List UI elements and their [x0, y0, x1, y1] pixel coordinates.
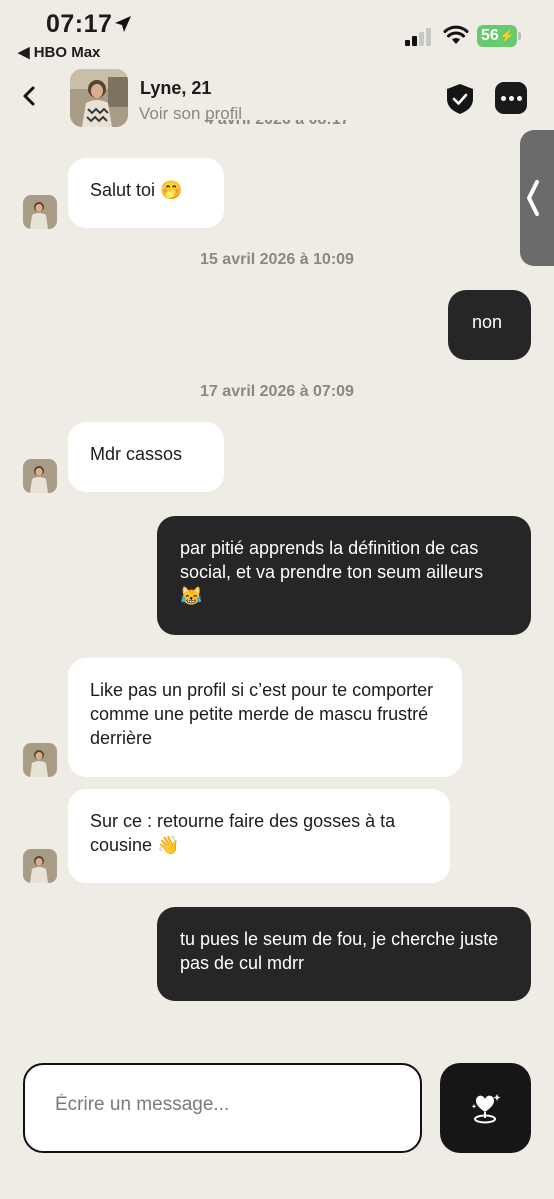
sender-avatar [23, 743, 57, 777]
view-profile-link[interactable]: Voir son profil [139, 104, 242, 124]
sender-avatar [23, 459, 57, 493]
profile-avatar[interactable] [70, 69, 128, 127]
message-sent[interactable]: non [448, 290, 531, 360]
date-separator: 15 avril 2026 à 10:09 [200, 251, 354, 268]
message-input[interactable] [53, 1093, 387, 1117]
battery-cap [518, 32, 521, 40]
message-received[interactable]: Like pas un profil si c’est pour te comp… [68, 658, 462, 777]
wifi-icon [443, 25, 469, 44]
heart-sparkle-icon [471, 1094, 500, 1124]
message-received[interactable]: Mdr cassos [68, 422, 224, 492]
message-sent[interactable]: par pitié apprends la définition de cas … [157, 516, 531, 635]
sender-avatar [23, 849, 57, 883]
date-separator: 17 avril 2026 à 07:09 [200, 383, 354, 400]
message-sent[interactable]: tu pues le seum de fou, je cherche juste… [157, 907, 531, 1001]
date-separator-partial: 4 avril 2026 à 08:17 [0, 120, 554, 134]
profile-name[interactable]: Lyne, 21 [140, 78, 211, 99]
message-received[interactable]: Sur ce : retourne faire des gosses à ta … [68, 789, 450, 883]
more-dots-icon[interactable] [495, 82, 527, 114]
message-composer[interactable] [23, 1063, 422, 1153]
location-arrow-icon [115, 16, 131, 32]
sender-avatar [23, 195, 57, 229]
shield-check-icon[interactable] [445, 83, 475, 115]
side-chevron-icon [527, 180, 539, 216]
status-time: 07:17 [46, 10, 113, 38]
back-chevron-icon[interactable] [18, 84, 42, 108]
signal-icon [405, 28, 431, 46]
heart-sparkle-button[interactable] [440, 1063, 531, 1153]
message-received[interactable]: Salut toi 🤭 [68, 158, 224, 228]
battery-icon: 56 ⚡ [477, 25, 517, 47]
side-drawer-handle[interactable] [520, 130, 554, 266]
back-to-app-link[interactable]: ◀ HBO Max [18, 43, 100, 61]
battery-level: 56 [481, 27, 499, 44]
date-separator-text: 4 avril 2026 à 08:17 [0, 120, 554, 129]
avatar-photo [70, 69, 128, 127]
